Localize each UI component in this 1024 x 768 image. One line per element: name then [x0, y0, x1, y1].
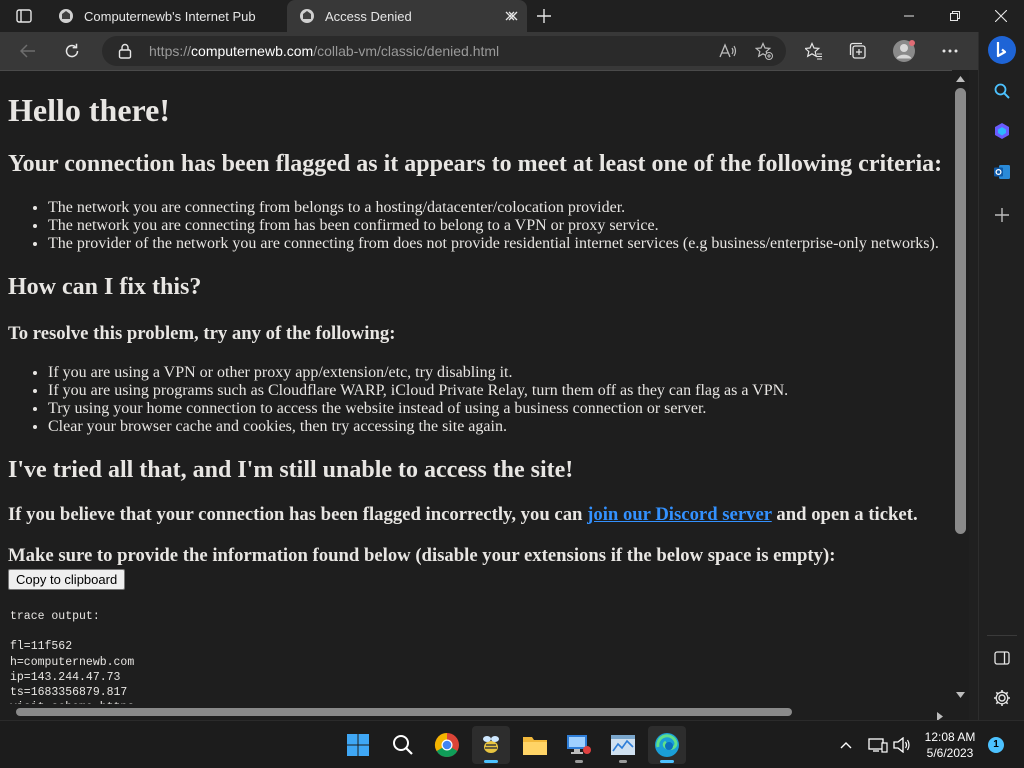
list-item: The network you are connecting from has …: [48, 217, 944, 235]
criteria-list: The network you are connecting from belo…: [8, 199, 944, 253]
edge-icon[interactable]: [648, 726, 686, 764]
list-item: The network you are connecting from belo…: [48, 199, 944, 217]
resolve-heading: To resolve this problem, try any of the …: [8, 323, 396, 344]
tab-title: Access Denied: [325, 8, 412, 24]
access-denied-page: Hello there! Your connection has been fl…: [0, 92, 952, 704]
notification-badge[interactable]: 1: [988, 737, 1004, 753]
site-favicon-icon: [299, 8, 315, 24]
add-sidebar-app-icon[interactable]: [986, 199, 1018, 231]
discord-link[interactable]: join our Discord server: [587, 504, 772, 525]
fix-heading: How can I fix this?: [8, 274, 202, 300]
vertical-scrollbar[interactable]: [952, 70, 969, 704]
new-tab-button[interactable]: [532, 4, 556, 28]
tab-title: Computernewb's Internet Pub Hu: [84, 8, 256, 24]
tab-actions-icon[interactable]: [8, 6, 40, 26]
app-running-indicator: [575, 760, 583, 763]
bing-icon[interactable]: [986, 34, 1018, 66]
url-scheme: https://: [149, 43, 192, 59]
url-host: computernewb.com: [191, 43, 314, 59]
trace-output[interactable]: trace output: fl=11f562 h=computernewb.c…: [8, 609, 944, 704]
add-favorite-icon[interactable]: [752, 39, 776, 63]
discord-instructions: If you believe that your connection has …: [8, 504, 944, 526]
task-manager-icon[interactable]: [604, 726, 642, 764]
scroll-right-arrow-icon[interactable]: [937, 708, 946, 721]
copilot-icon[interactable]: [986, 115, 1018, 147]
minimize-button[interactable]: [886, 0, 932, 32]
volume-icon[interactable]: [890, 733, 914, 757]
outlook-icon[interactable]: [986, 156, 1018, 188]
fix-list: If you are using a VPN or other proxy ap…: [8, 364, 944, 436]
copy-to-clipboard-button[interactable]: Copy to clipboard: [8, 569, 126, 590]
horizontal-scrollbar[interactable]: [0, 704, 969, 721]
edge-sidebar: [978, 32, 1024, 720]
app-running-indicator: [484, 760, 498, 763]
browser-toolbar: https://computernewb.com/collab-vm/class…: [0, 32, 978, 70]
scroll-down-arrow-icon[interactable]: [956, 690, 965, 699]
profile-avatar-icon[interactable]: [888, 35, 920, 67]
close-tab-icon[interactable]: [502, 8, 518, 24]
vertical-scroll-thumb[interactable]: [955, 88, 966, 534]
more-menu-icon[interactable]: [934, 35, 966, 67]
windows-taskbar: 12:08 AM 5/6/2023 1: [0, 720, 1024, 768]
discord-text-pre: If you believe that your connection has …: [8, 504, 583, 525]
list-item: If you are using programs such as Cloudf…: [48, 382, 944, 400]
page-title: Hello there!: [8, 92, 171, 128]
tried-heading: I've tried all that, and I'm still unabl…: [8, 457, 574, 483]
close-window-button[interactable]: [978, 0, 1024, 32]
page-viewport: Hello there! Your connection has been fl…: [0, 70, 952, 704]
file-explorer-icon[interactable]: [516, 726, 554, 764]
tab-internet-pub[interactable]: Computernewb's Internet Pub Hu: [46, 0, 286, 32]
info-heading: Make sure to provide the information fou…: [8, 545, 836, 566]
refresh-button[interactable]: [56, 35, 88, 67]
app-running-indicator: [660, 760, 674, 763]
app-bee-icon[interactable]: [472, 726, 510, 764]
list-item: Clear your browser cache and cookies, th…: [48, 418, 944, 436]
app-running-indicator: [619, 760, 627, 763]
list-item: The provider of the network you are conn…: [48, 235, 944, 253]
criteria-heading: Your connection has been flagged as it a…: [8, 151, 943, 177]
favorites-icon[interactable]: [798, 35, 830, 67]
clock-date: 5/6/2023: [926, 746, 974, 760]
address-bar[interactable]: https://computernewb.com/collab-vm/class…: [102, 36, 786, 66]
start-button[interactable]: [339, 726, 377, 764]
remote-desktop-icon[interactable]: [560, 726, 598, 764]
tab-access-denied[interactable]: Access Denied: [287, 0, 527, 32]
restore-button[interactable]: [932, 0, 978, 32]
discord-text-post: and open a ticket.: [776, 504, 918, 525]
system-clock[interactable]: 12:08 AM 5/6/2023: [918, 729, 982, 761]
show-hidden-icons-chevron-icon[interactable]: [834, 733, 858, 757]
lock-icon[interactable]: [118, 43, 134, 59]
scroll-up-arrow-icon[interactable]: [956, 74, 965, 83]
hide-sidebar-icon[interactable]: [986, 642, 1018, 674]
url-text[interactable]: https://computernewb.com/collab-vm/class…: [149, 43, 499, 59]
sidebar-divider: [987, 635, 1017, 636]
list-item: If you are using a VPN or other proxy ap…: [48, 364, 944, 382]
taskbar-search-icon[interactable]: [384, 726, 422, 764]
horizontal-scroll-thumb[interactable]: [16, 708, 792, 716]
collections-icon[interactable]: [842, 35, 874, 67]
chrome-icon[interactable]: [428, 726, 466, 764]
url-path: /collab-vm/classic/denied.html: [313, 43, 500, 59]
network-icon[interactable]: [866, 733, 890, 757]
back-button[interactable]: [12, 35, 44, 67]
title-bar: Computernewb's Internet Pub Hu Access De…: [0, 0, 1024, 32]
list-item: Try using your home connection to access…: [48, 400, 944, 418]
settings-gear-icon[interactable]: [986, 682, 1018, 714]
clock-time: 12:08 AM: [924, 730, 976, 744]
read-aloud-icon[interactable]: [716, 39, 740, 63]
site-favicon-icon: [58, 8, 74, 24]
search-icon[interactable]: [986, 75, 1018, 107]
